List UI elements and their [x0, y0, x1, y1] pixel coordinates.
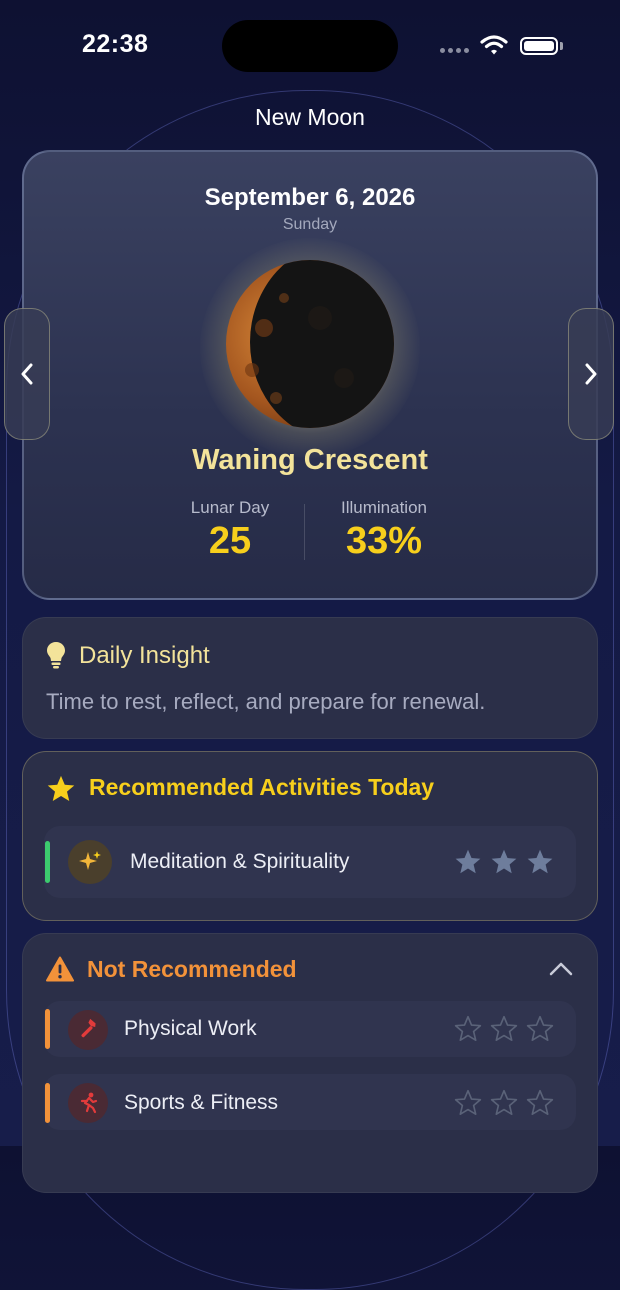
moon-image	[226, 260, 394, 428]
illumination-value: 33%	[345, 520, 423, 562]
chevron-right-icon	[585, 363, 597, 385]
chevron-left-icon	[21, 363, 33, 385]
previous-day-button[interactable]	[4, 308, 50, 440]
collapse-chevron-up-icon[interactable]	[548, 960, 574, 978]
status-time: 22:38	[82, 30, 149, 58]
activity-label: Physical Work	[124, 1017, 257, 1040]
activity-rating	[454, 848, 554, 876]
moon-phase-name: Waning Crescent	[192, 444, 428, 476]
warning-icon	[46, 956, 74, 982]
hammer-icon	[68, 1010, 108, 1050]
battery-tip	[560, 42, 563, 50]
illumination-label: Illumination	[341, 498, 427, 517]
selected-date: September 6, 2026	[204, 184, 416, 211]
lightbulb-icon	[47, 642, 65, 669]
daily-insight-title: Daily Insight	[79, 642, 210, 669]
star-outline-icon	[490, 1015, 518, 1042]
star-outline-icon	[490, 1089, 518, 1116]
page-title: New Moon	[255, 104, 365, 130]
battery-icon	[520, 37, 558, 55]
activity-accent-bar	[45, 1009, 50, 1049]
not-recommended-title: Not Recommended	[87, 956, 297, 982]
star-filled-icon	[455, 849, 481, 874]
runner-icon	[68, 1083, 108, 1123]
star-outline-icon	[454, 1089, 482, 1116]
activity-accent-bar	[45, 1083, 50, 1123]
activity-label: Meditation & Spirituality	[130, 850, 350, 873]
lunar-day-value: 25	[208, 520, 252, 562]
wifi-icon	[480, 34, 508, 61]
star-outline-icon	[454, 1015, 482, 1042]
daily-insight-text: Time to rest, reflect, and prepare for r…	[46, 689, 486, 714]
daily-insight-card	[22, 617, 598, 739]
star-outline-icon	[526, 1089, 554, 1116]
star-filled-icon	[527, 849, 553, 874]
next-day-button[interactable]	[568, 308, 614, 440]
cellular-signal-icon	[440, 48, 469, 53]
recommended-activities-title: Recommended Activities Today	[89, 774, 435, 800]
activity-rating	[454, 1015, 554, 1043]
selected-weekday: Sunday	[282, 216, 338, 233]
lunar-day-label: Lunar Day	[190, 498, 270, 517]
star-filled-icon	[491, 849, 517, 874]
activity-rating	[454, 1089, 554, 1117]
activity-label: Sports & Fitness	[124, 1091, 279, 1114]
star-outline-icon	[526, 1015, 554, 1042]
activity-accent-bar	[45, 841, 50, 883]
dynamic-island	[222, 20, 398, 72]
sparkles-icon	[68, 840, 112, 884]
star-icon	[47, 775, 75, 801]
